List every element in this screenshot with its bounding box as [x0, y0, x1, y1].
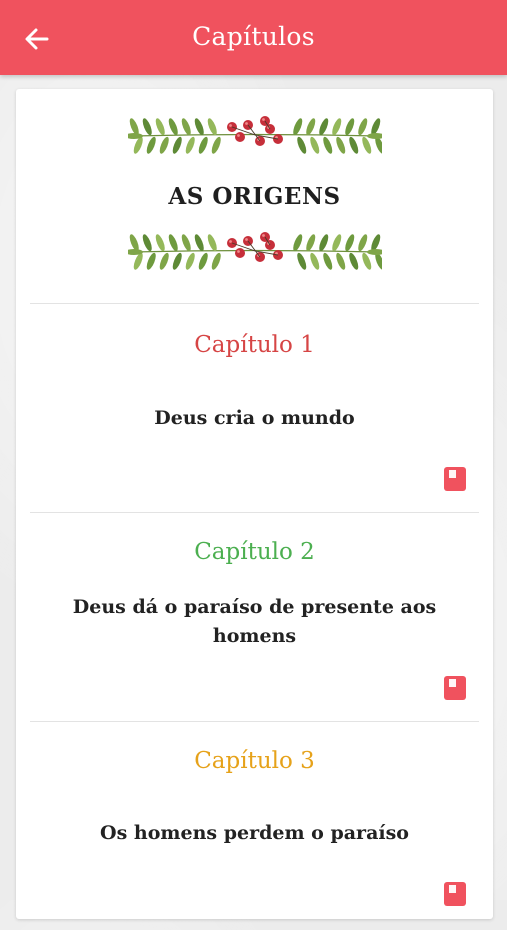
floral-garland-icon — [128, 116, 382, 154]
book-icon[interactable] — [444, 676, 466, 700]
chapter-item-1[interactable]: Capítulo 1 Deus cria o mundo — [16, 304, 493, 512]
chapter-item-3[interactable]: Capítulo 3 Os homens perdem o paraíso — [16, 722, 493, 930]
page-title: Capítulos — [192, 22, 315, 51]
chapter-label: Capítulo 1 — [194, 332, 315, 358]
book-header: AS ORIGENS — [16, 89, 493, 303]
chapter-title: Deus dá o paraíso de presente aos homens — [72, 596, 437, 647]
book-title: AS ORIGENS — [168, 183, 341, 210]
floral-garland-icon — [128, 232, 382, 270]
chapter-title: Os homens perdem o paraíso — [100, 822, 409, 844]
app-bar: Capítulos — [0, 0, 507, 75]
chapters-card: AS ORIGENS Capítulo 1 Deus cria o mundo … — [16, 89, 493, 919]
chapter-label: Capítulo 2 — [194, 539, 315, 565]
chapter-label: Capítulo 3 — [194, 748, 315, 774]
chapter-title: Deus cria o mundo — [154, 407, 355, 429]
book-icon[interactable] — [444, 882, 466, 906]
chapter-item-2[interactable]: Capítulo 2 Deus dá o paraíso de presente… — [16, 513, 493, 721]
book-icon[interactable] — [444, 467, 466, 491]
